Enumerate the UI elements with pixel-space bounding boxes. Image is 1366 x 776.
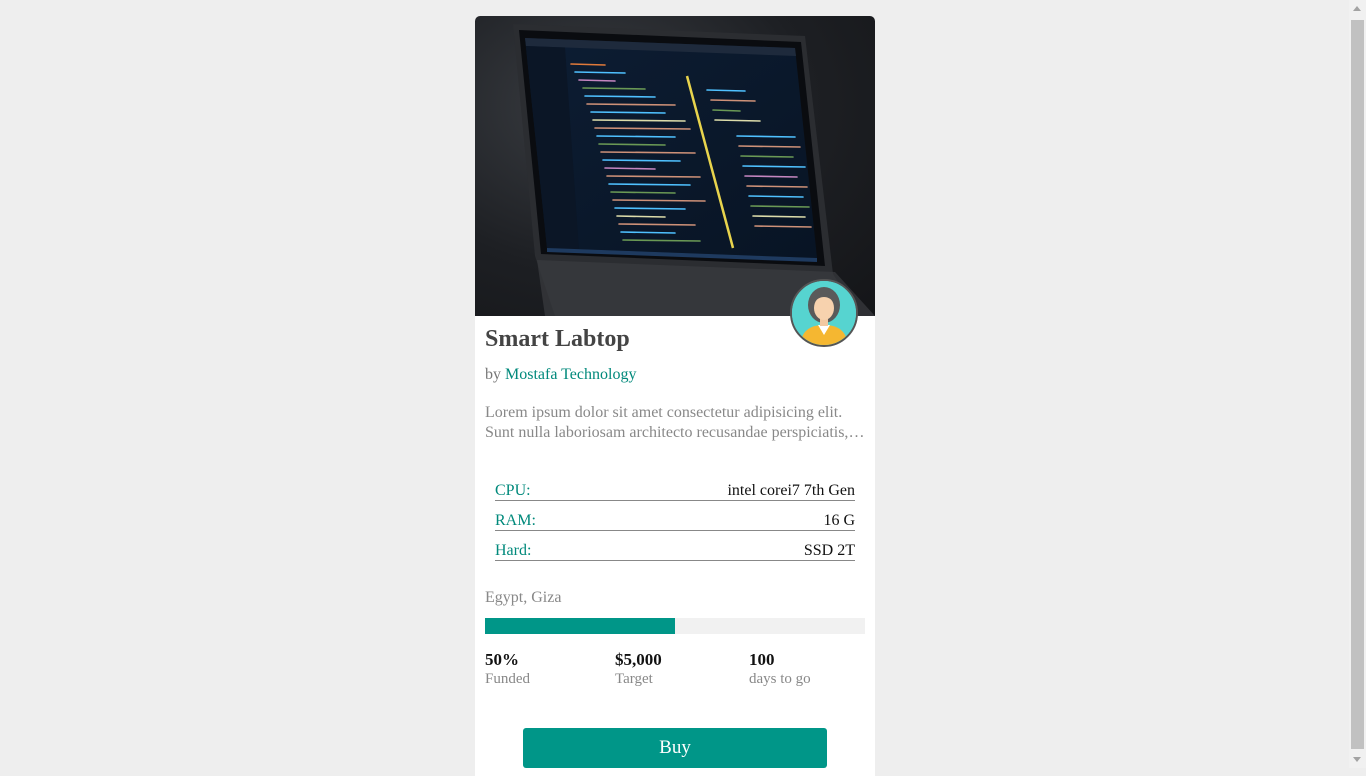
stat-funded: 50% Funded: [485, 650, 530, 688]
funded-value: 50%: [485, 650, 519, 669]
buy-button[interactable]: Buy: [523, 728, 827, 768]
stat-target: $5,000 Target: [615, 650, 662, 688]
spec-key: CPU:: [495, 482, 531, 499]
spec-key: Hard:: [495, 542, 532, 559]
spec-value: intel corei7 7th Gen: [727, 482, 855, 499]
vendor-link[interactable]: Mostafa Technology: [505, 366, 636, 383]
product-description: Lorem ipsum dolor sit amet consectetur a…: [485, 403, 865, 443]
spec-row-hard: Hard: SSD 2T: [495, 539, 855, 561]
user-avatar-icon: [790, 279, 858, 347]
byline: by Mostafa Technology: [485, 366, 636, 384]
spec-row-cpu: CPU: intel corei7 7th Gen: [495, 479, 855, 501]
scroll-up-icon[interactable]: [1353, 6, 1361, 11]
days-label: days to go: [749, 671, 811, 687]
product-card: Smart Labtop by Mostafa Technology Lorem…: [475, 16, 875, 776]
location-text: Egypt, Giza: [485, 589, 562, 606]
target-value: $5,000: [615, 650, 662, 669]
byline-prefix: by: [485, 366, 501, 383]
funding-progress-bar: [485, 618, 865, 634]
laptop-code-image: [475, 16, 875, 316]
spec-list: CPU: intel corei7 7th Gen RAM: 16 G Hard…: [495, 479, 855, 569]
days-value: 100: [749, 650, 775, 669]
spec-value: SSD 2T: [803, 542, 855, 559]
spec-value: 16 G: [823, 512, 855, 529]
scrollbar-thumb[interactable]: [1351, 20, 1364, 749]
spec-row-ram: RAM: 16 G: [495, 509, 855, 531]
page-scrollbar[interactable]: [1349, 0, 1366, 768]
description-line-1: Lorem ipsum dolor sit amet consectetur a…: [485, 404, 843, 421]
product-title: Smart Labtop: [485, 326, 630, 352]
target-label: Target: [615, 671, 653, 687]
scroll-down-icon[interactable]: [1353, 757, 1361, 762]
description-line-2: Sunt nulla laboriosam architecto recusan…: [485, 424, 865, 441]
stat-days: 100 days to go: [749, 650, 811, 688]
funded-label: Funded: [485, 671, 530, 687]
spec-key: RAM:: [495, 512, 536, 529]
funding-progress-fill: [485, 618, 675, 634]
